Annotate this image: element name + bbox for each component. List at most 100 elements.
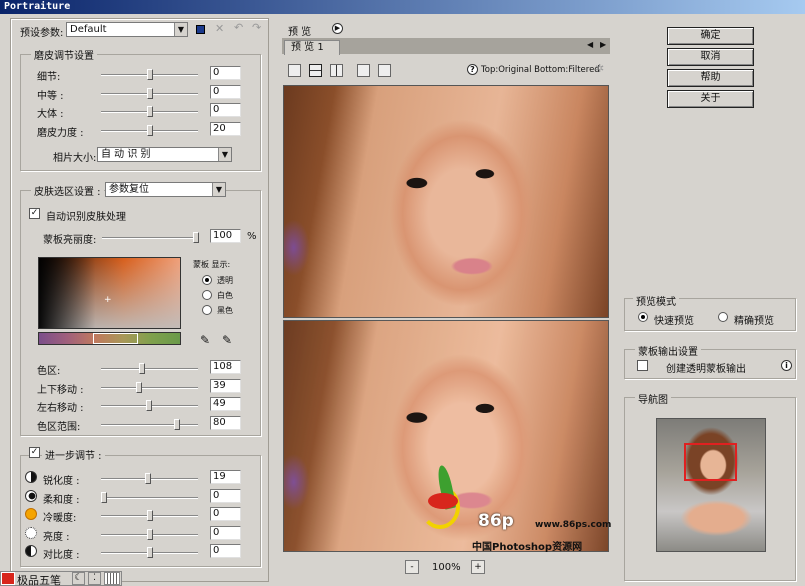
eyedropper-icon[interactable]: ✎ [200,333,210,347]
slider[interactable] [101,106,198,117]
value-input[interactable]: 20 [210,121,241,136]
help-button[interactable]: 帮助 [667,69,754,87]
slider-thumb[interactable] [147,106,153,117]
slider[interactable] [101,528,198,540]
value-input[interactable]: 39 [210,378,241,393]
auto-skin-checkbox[interactable]: ✓ [29,208,40,219]
info-icon[interactable]: i [781,360,792,371]
enhance-row-label: 柔和度 : [43,494,80,506]
slider-thumb[interactable] [139,363,145,374]
chevron-down-icon[interactable]: ▼ [218,148,231,161]
slider-thumb[interactable] [147,528,153,540]
slider[interactable] [101,400,198,411]
smoothing-row-label: 大体 : [37,109,64,120]
skin-dropdown[interactable]: 参数复位 ▼ [105,182,226,197]
original-preview-image[interactable] [283,85,609,318]
mask-option-radio[interactable] [202,290,212,300]
slider[interactable] [101,363,198,374]
navigator-title: 导航图 [635,391,671,406]
mask-option-radio[interactable] [202,305,212,315]
preview-tab[interactable]: 预 览 1 [284,40,340,55]
smoothing-row-label: 磨皮力度 : [37,127,84,139]
color-picker-area[interactable] [38,257,181,329]
tab-next-icon[interactable]: ▶ [600,40,606,49]
slider[interactable] [101,510,198,521]
slider[interactable] [101,418,198,430]
value-input[interactable]: 49 [210,397,241,411]
slider-thumb[interactable] [147,124,153,136]
ime-label[interactable]: 极品五笔 [17,572,61,586]
slider[interactable] [101,547,198,558]
preview-info-text: Top:Original Bottom:Filtered [481,65,600,75]
value-input[interactable]: 0 [210,544,241,558]
create-mask-checkbox[interactable] [637,360,648,371]
zoom-level: 100% [432,562,461,573]
delete-icon[interactable]: ✕ [215,22,224,35]
mask-option-radio[interactable] [202,275,212,285]
navigator-thumbnail[interactable] [656,418,766,552]
value-input[interactable]: 19 [210,470,241,484]
preset-dropdown[interactable]: Default ▼ [66,22,188,37]
split-vertical-icon[interactable] [330,64,343,77]
slider[interactable] [101,491,198,503]
undo-icon[interactable]: ↶ [234,21,243,34]
slider[interactable] [101,473,198,484]
about-button[interactable]: 关于 [667,90,754,108]
slider-thumb[interactable] [147,69,153,80]
save-icon[interactable] [196,25,205,34]
watermark-url: www.86ps.com [535,520,612,530]
split-horizontal-icon[interactable] [309,64,322,77]
redo-icon[interactable]: ↷ [252,21,261,34]
info-icon[interactable]: ? [467,64,478,75]
slider-thumb[interactable] [147,87,153,99]
slider[interactable] [101,87,198,99]
slider-thumb[interactable] [145,473,151,484]
punctuation-icon[interactable]: ⁚ [88,572,101,585]
value-input[interactable]: 0 [210,103,241,117]
slider[interactable] [101,124,198,136]
ime-logo-icon[interactable] [1,572,15,585]
slider-thumb[interactable] [136,381,142,393]
cancel-button[interactable]: 取消 [667,48,754,66]
value-input[interactable]: 0 [210,525,241,540]
enhance-checkbox[interactable]: ✓ [29,447,40,458]
chevron-down-icon[interactable]: ▼ [212,183,225,196]
single-view-icon[interactable] [288,64,301,77]
value-input[interactable]: 0 [210,488,241,503]
zoom-out-button[interactable]: - [405,560,419,574]
ok-button[interactable]: 确定 [667,27,754,45]
keyboard-icon[interactable] [104,572,120,585]
moon-icon[interactable]: ☾ [72,572,85,585]
value-input[interactable]: 0 [210,84,241,99]
value-input[interactable]: 108 [210,360,241,374]
eyedropper-plus-icon[interactable]: ✎ [222,333,232,347]
slider-thumb[interactable] [101,491,107,503]
slider[interactable] [101,381,198,393]
value-input[interactable]: 0 [210,66,241,80]
opacity-thumb[interactable] [193,232,199,243]
accurate-preview-radio[interactable] [718,312,728,322]
snapshot-icon[interactable] [378,64,391,77]
slider-thumb[interactable] [147,510,153,521]
zoom-in-button[interactable]: + [471,560,485,574]
slider-thumb[interactable] [147,547,153,558]
fast-preview-radio[interactable] [638,312,648,322]
preview-play-icon[interactable]: ▶ [332,23,343,34]
slider[interactable] [101,69,198,80]
value-input[interactable]: 0 [210,507,241,521]
slider-thumb[interactable] [174,418,180,430]
hue-range-box[interactable] [93,333,138,344]
tab-prev-icon[interactable]: ◀ [587,40,593,49]
opacity-input[interactable]: 100 [210,229,241,243]
mask-display-title: 蒙板 显示: [193,260,231,269]
mask-output-title: 蒙板输出设置 [635,343,701,358]
slider-thumb[interactable] [146,400,152,411]
value-input[interactable]: 80 [210,415,241,430]
mask-option-label: 黑色 [217,306,233,315]
skin-title: 皮肤选区设置 : [31,183,104,198]
size-dropdown[interactable]: 自 动 识 别 ▼ [97,147,232,162]
chevron-down-icon[interactable]: ▼ [174,23,187,36]
navigator-viewport[interactable] [684,443,737,481]
opacity-slider[interactable] [102,232,199,243]
new-view-icon[interactable] [357,64,370,77]
